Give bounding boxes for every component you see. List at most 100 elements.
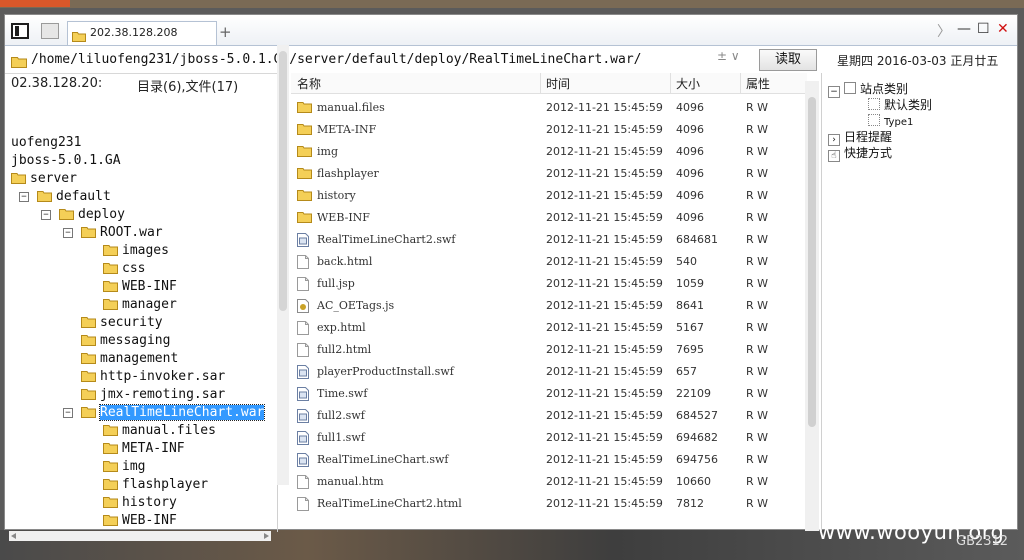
file-row[interactable]: back.html 2012-11-21 15:45:59 540 R W bbox=[291, 251, 807, 273]
column-time[interactable]: 时间 bbox=[546, 75, 570, 92]
collapse-toggle-icon[interactable]: − bbox=[63, 228, 73, 238]
column-name[interactable]: 名称 bbox=[297, 75, 321, 92]
scroll-thumb[interactable] bbox=[808, 97, 816, 427]
file-row[interactable]: AC_OETags.js 2012-11-21 15:45:59 8641 R W bbox=[291, 295, 807, 317]
tree-node[interactable]: jboss-5.0.1.GA bbox=[11, 152, 121, 170]
tree-vertical-scrollbar[interactable] bbox=[277, 45, 289, 485]
tree-node-label[interactable]: flashplayer bbox=[122, 477, 208, 492]
collapse-toggle-icon[interactable]: − bbox=[63, 408, 73, 418]
file-row[interactable]: full.jsp 2012-11-21 15:45:59 1059 R W bbox=[291, 273, 807, 295]
tree-node-label[interactable]: manual.files bbox=[122, 423, 216, 438]
file-row[interactable]: exp.html 2012-11-21 15:45:59 5167 R W bbox=[291, 317, 807, 339]
tree-node-label[interactable]: http-invoker.sar bbox=[100, 369, 225, 384]
scroll-thumb[interactable] bbox=[279, 51, 287, 311]
tree-node[interactable]: img bbox=[103, 458, 145, 476]
file-row[interactable]: manual.files 2012-11-21 15:45:59 4096 R W bbox=[291, 97, 807, 119]
file-row[interactable]: WEB-INF 2012-11-21 15:45:59 4096 R W bbox=[291, 207, 807, 229]
tree-node-label[interactable]: deploy bbox=[78, 207, 125, 222]
tree-node-label[interactable]: uofeng231 bbox=[11, 135, 81, 150]
tree-node[interactable]: messaging bbox=[81, 332, 170, 350]
tree-node-label[interactable]: manager bbox=[122, 297, 177, 312]
collapse-toggle-icon[interactable]: − bbox=[19, 192, 29, 202]
tree-node[interactable]: history bbox=[103, 494, 177, 512]
blank-page-icon[interactable] bbox=[41, 23, 59, 39]
tree-node-label[interactable]: WEB-INF bbox=[122, 513, 177, 528]
tree-horizontal-scrollbar[interactable] bbox=[9, 531, 271, 541]
file-row[interactable]: Time.swf 2012-11-21 15:45:59 22109 R W bbox=[291, 383, 807, 405]
read-button[interactable]: 读取 bbox=[759, 49, 817, 71]
file-row[interactable]: full2.swf 2012-11-21 15:45:59 684527 R W bbox=[291, 405, 807, 427]
file-row[interactable]: playerProductInstall.swf 2012-11-21 15:45… bbox=[291, 361, 807, 383]
new-tab-button[interactable]: + bbox=[219, 23, 232, 41]
tree-node[interactable]: − ROOT.war bbox=[63, 224, 163, 242]
maximize-button[interactable]: ☐ bbox=[977, 21, 990, 37]
tree-node-label[interactable]: css bbox=[122, 261, 145, 276]
tree-node-label[interactable]: history bbox=[122, 495, 177, 510]
tree-node-label[interactable]: jboss-5.0.1.GA bbox=[11, 153, 121, 168]
file-row[interactable]: img 2012-11-21 15:45:59 4096 R W bbox=[291, 141, 807, 163]
tree-node-label[interactable]: ROOT.war bbox=[100, 225, 163, 240]
tree-node-label[interactable]: RealTimeLineChart.war bbox=[98, 404, 266, 421]
file-size: 684527 bbox=[676, 409, 718, 422]
file-row[interactable]: RealTimeLineChart.swf 2012-11-21 15:45:59… bbox=[291, 449, 807, 471]
site-category-item[interactable]: › 日程提醒 bbox=[828, 129, 892, 146]
history-dropdown[interactable]: ± ∨ bbox=[717, 49, 757, 69]
tree-node[interactable]: security bbox=[81, 314, 163, 332]
file-time: 2012-11-21 15:45:59 bbox=[546, 453, 663, 466]
column-size[interactable]: 大小 bbox=[676, 75, 700, 92]
file-row[interactable]: RealTimeLineChart2.swf 2012-11-21 15:45:5… bbox=[291, 229, 807, 251]
tree-node-label[interactable]: default bbox=[56, 189, 111, 204]
expander-icon[interactable]: ☝ bbox=[828, 150, 840, 162]
file-name: AC_OETags.js bbox=[317, 299, 395, 312]
tree-node-label[interactable]: images bbox=[122, 243, 169, 258]
expander-icon[interactable]: − bbox=[828, 86, 840, 98]
file-row[interactable]: manual.htm 2012-11-21 15:45:59 10660 R W bbox=[291, 471, 807, 493]
toggle-panel-icon[interactable] bbox=[11, 23, 29, 39]
tree-node[interactable]: WEB-INF bbox=[103, 278, 177, 296]
tree-node[interactable]: management bbox=[81, 350, 178, 368]
tree-node[interactable]: images bbox=[103, 242, 169, 260]
file-row[interactable]: full1.swf 2012-11-21 15:45:59 694682 R W bbox=[291, 427, 807, 449]
forward-icon[interactable]: 〉 bbox=[937, 21, 951, 41]
file-row[interactable]: history 2012-11-21 15:45:59 4096 R W bbox=[291, 185, 807, 207]
site-category-item[interactable]: 默认类别 bbox=[868, 97, 932, 113]
tree-node[interactable]: jmx-remoting.sar bbox=[81, 386, 225, 404]
tree-node-label[interactable]: server bbox=[30, 171, 77, 186]
file-name: back.html bbox=[317, 255, 373, 268]
site-category-item[interactable]: ☝ 快捷方式 bbox=[828, 145, 892, 162]
site-category-item[interactable]: − 站点类别 bbox=[828, 81, 908, 98]
tree-node[interactable]: manager bbox=[103, 296, 177, 314]
tree-node[interactable]: WEB-INF bbox=[103, 512, 177, 530]
tree-node-label[interactable]: management bbox=[100, 351, 178, 366]
file-row[interactable]: flashplayer 2012-11-21 15:45:59 4096 R W bbox=[291, 163, 807, 185]
file-row[interactable]: META-INF 2012-11-21 15:45:59 4096 R W bbox=[291, 119, 807, 141]
file-row[interactable]: full2.html 2012-11-21 15:45:59 7695 R W bbox=[291, 339, 807, 361]
tree-node-label[interactable]: security bbox=[100, 315, 163, 330]
file-list-vertical-scrollbar[interactable] bbox=[805, 81, 819, 531]
file-name: full2.html bbox=[317, 343, 372, 356]
tree-node[interactable]: manual.files bbox=[103, 422, 216, 440]
tree-node[interactable]: − deploy bbox=[41, 206, 125, 224]
tree-node-label[interactable]: META-INF bbox=[122, 441, 185, 456]
tree-node-label[interactable]: jmx-remoting.sar bbox=[100, 387, 225, 402]
tree-node-label[interactable]: messaging bbox=[100, 333, 170, 348]
tree-node[interactable]: META-INF bbox=[103, 440, 185, 458]
file-size: 657 bbox=[676, 365, 697, 378]
file-row[interactable]: RealTimeLineChart2.html 2012-11-21 15:45:… bbox=[291, 493, 807, 515]
tree-node-label[interactable]: img bbox=[122, 459, 145, 474]
tree-node-label[interactable]: WEB-INF bbox=[122, 279, 177, 294]
tree-node[interactable]: uofeng231 bbox=[11, 134, 81, 152]
tree-node[interactable]: flashplayer bbox=[103, 476, 208, 494]
tree-node[interactable]: http-invoker.sar bbox=[81, 368, 225, 386]
tree-node[interactable]: − default bbox=[19, 188, 111, 206]
path-input[interactable] bbox=[31, 49, 661, 69]
tree-node[interactable]: css bbox=[103, 260, 145, 278]
tree-node[interactable]: server bbox=[11, 170, 77, 188]
minimize-button[interactable]: — bbox=[957, 21, 971, 37]
tree-node[interactable]: − RealTimeLineChart.war bbox=[63, 404, 266, 422]
tab-host[interactable]: 202.38.128.208 bbox=[67, 21, 217, 45]
collapse-toggle-icon[interactable]: − bbox=[41, 210, 51, 220]
close-button[interactable]: ✕ bbox=[997, 21, 1009, 37]
column-attr[interactable]: 属性 bbox=[746, 75, 770, 92]
site-category-item[interactable]: Type1 bbox=[868, 113, 913, 129]
